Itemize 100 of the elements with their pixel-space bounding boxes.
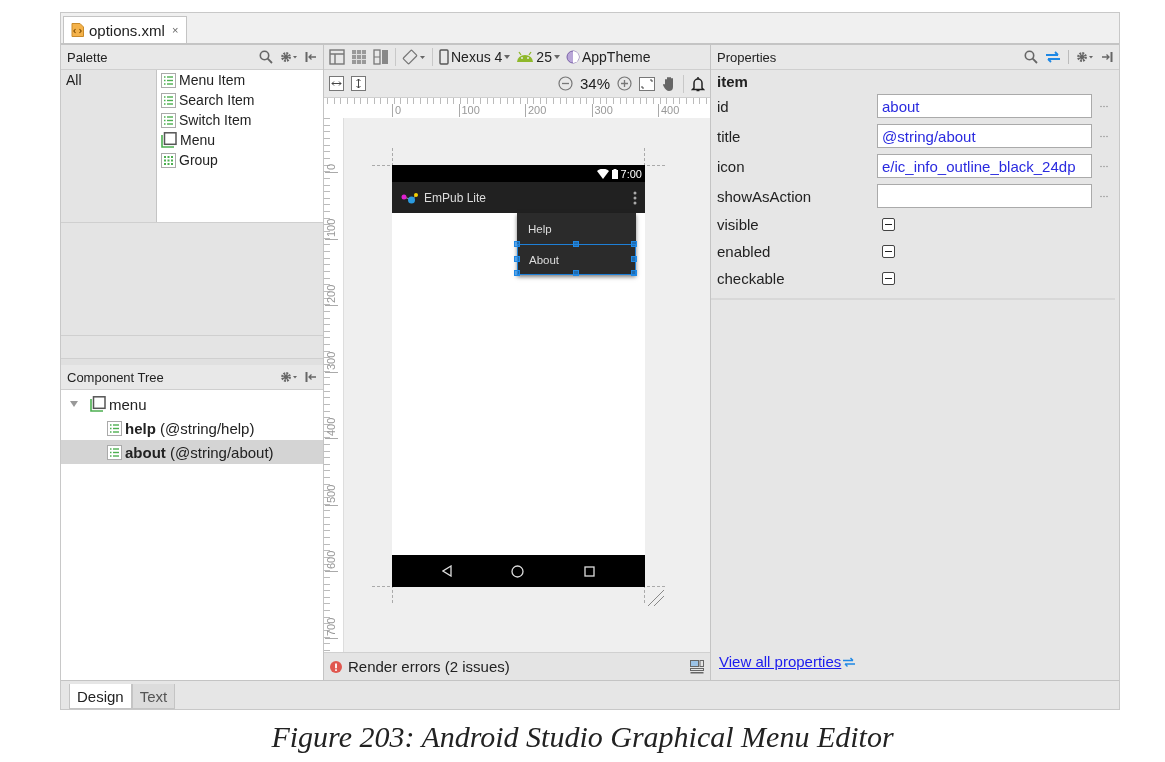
- palette-item[interactable]: Menu: [180, 132, 216, 148]
- ruler-label: 0: [392, 104, 402, 117]
- view-all-properties-link[interactable]: View all properties: [719, 653, 842, 670]
- palette-item[interactable]: Group: [179, 152, 218, 168]
- tree-row[interactable]: menu: [61, 392, 323, 416]
- rotate-icon[interactable]: [402, 49, 426, 65]
- checkbox[interactable]: [882, 218, 895, 231]
- view-tab[interactable]: Text: [131, 684, 176, 709]
- category-item[interactable]: All: [66, 72, 151, 88]
- selection-handle[interactable]: [631, 270, 637, 276]
- menu-item-label: Help: [528, 222, 552, 235]
- property-field[interactable]: [877, 184, 1092, 208]
- tree-label: help (@string/help): [125, 419, 255, 437]
- device-dropdown[interactable]: Nexus 4: [439, 49, 511, 65]
- android-icon: [516, 51, 535, 63]
- selection-handle[interactable]: [631, 255, 637, 262]
- ruler-label: 300: [591, 104, 613, 117]
- api-dropdown[interactable]: 25: [516, 49, 560, 65]
- tree-row[interactable]: help (@string/help): [61, 416, 323, 440]
- expand-arrow-icon[interactable]: [69, 399, 79, 409]
- list-item-icon: [161, 92, 176, 108]
- bell-icon[interactable]: [691, 75, 705, 92]
- gear-icon[interactable]: [280, 371, 298, 383]
- recents-icon[interactable]: [584, 565, 596, 577]
- tree-row[interactable]: about (@string/about): [61, 440, 323, 464]
- palette-item[interactable]: Switch Item: [179, 112, 252, 128]
- property-field[interactable]: e/ic_info_outline_black_24dp: [877, 154, 1092, 178]
- selection-handle[interactable]: [514, 255, 520, 262]
- ruler-label: 300: [325, 351, 338, 373]
- menu-item[interactable]: About: [517, 244, 636, 275]
- ruler-label: 100: [458, 104, 480, 117]
- selection-handle[interactable]: [631, 241, 637, 247]
- hide-panel-icon[interactable]: [305, 371, 317, 383]
- theme-label: AppTheme: [581, 49, 651, 65]
- resize-handle-icon[interactable]: [647, 589, 665, 607]
- layout-icon[interactable]: [329, 49, 345, 65]
- property-name: title: [717, 127, 742, 145]
- selection-handle[interactable]: [514, 270, 520, 276]
- fit-screen-icon[interactable]: [639, 76, 655, 91]
- property-name: visible: [717, 216, 760, 233]
- selection-handle[interactable]: [572, 270, 579, 276]
- ruler-label: 400: [658, 104, 680, 117]
- gear-icon[interactable]: [280, 51, 298, 63]
- fit-width-icon[interactable]: [329, 76, 344, 91]
- view-tab[interactable]: Design: [69, 684, 132, 709]
- property-name: checkable: [717, 270, 786, 287]
- status-time: 7:00: [620, 167, 642, 180]
- home-icon[interactable]: [511, 564, 525, 578]
- list-item-icon: [107, 420, 122, 436]
- property-name: enabled: [717, 243, 772, 260]
- hide-panel-icon[interactable]: [305, 51, 317, 63]
- menu-container-icon: [90, 396, 106, 412]
- close-button[interactable]: ×: [171, 24, 179, 36]
- menu-container-icon: [161, 132, 177, 148]
- layout-toggle-icon[interactable]: [690, 659, 704, 674]
- tab-label: options.xml: [89, 21, 165, 39]
- zoom-in-icon[interactable]: [617, 76, 632, 91]
- ruler-label: 700: [325, 617, 338, 639]
- component-tag: item: [711, 70, 1119, 91]
- render-errors-message[interactable]: Render errors (2 issues): [348, 658, 684, 675]
- fit-height-icon[interactable]: [351, 76, 366, 91]
- palette-item[interactable]: Search Item: [179, 92, 255, 108]
- phone-icon: [439, 49, 449, 65]
- selection-handle[interactable]: [514, 241, 520, 247]
- menu-item[interactable]: Help: [517, 213, 636, 244]
- swap-arrows-icon[interactable]: [842, 656, 857, 667]
- back-icon[interactable]: [441, 565, 452, 577]
- app-title: EmPub Lite: [424, 190, 488, 205]
- caret-icon: [504, 55, 511, 59]
- gear-icon[interactable]: [1076, 51, 1094, 63]
- panel-title: Component Tree: [67, 369, 165, 385]
- file-tab[interactable]: options.xml ×: [63, 16, 188, 43]
- tree-label: menu: [109, 395, 147, 413]
- splitter-handle[interactable]: [61, 358, 323, 365]
- checkbox[interactable]: [882, 245, 895, 258]
- grid-icon[interactable]: [351, 49, 367, 65]
- palette-item[interactable]: Menu Item: [179, 72, 246, 88]
- ruler-label: 400: [325, 417, 338, 439]
- zoom-out-icon[interactable]: [557, 76, 573, 91]
- api-label: 25: [536, 49, 552, 65]
- figure-caption: Figure 203: Android Studio Graphical Menu Editor: [271, 720, 894, 753]
- checkbox[interactable]: [882, 272, 895, 285]
- overflow-menu-icon[interactable]: [633, 190, 637, 205]
- zoom-level: 34%: [579, 75, 610, 92]
- ruler-label: 600: [325, 550, 338, 572]
- selection-handle[interactable]: [572, 241, 579, 247]
- group-icon: [161, 152, 176, 168]
- swap-arrows-icon[interactable]: [1045, 51, 1061, 63]
- split-view-icon[interactable]: [373, 49, 389, 65]
- error-icon: [330, 660, 342, 673]
- search-icon[interactable]: [1024, 50, 1038, 64]
- hide-panel-icon[interactable]: [1101, 51, 1113, 63]
- list-item-icon: [107, 444, 122, 460]
- theme-dropdown[interactable]: AppTheme: [565, 49, 651, 65]
- hand-icon[interactable]: [662, 75, 676, 92]
- property-field[interactable]: @string/about: [877, 124, 1092, 148]
- list-item-icon: [161, 112, 176, 128]
- panel-title: Properties: [717, 49, 778, 65]
- search-icon[interactable]: [259, 50, 273, 64]
- property-field[interactable]: about: [877, 94, 1092, 118]
